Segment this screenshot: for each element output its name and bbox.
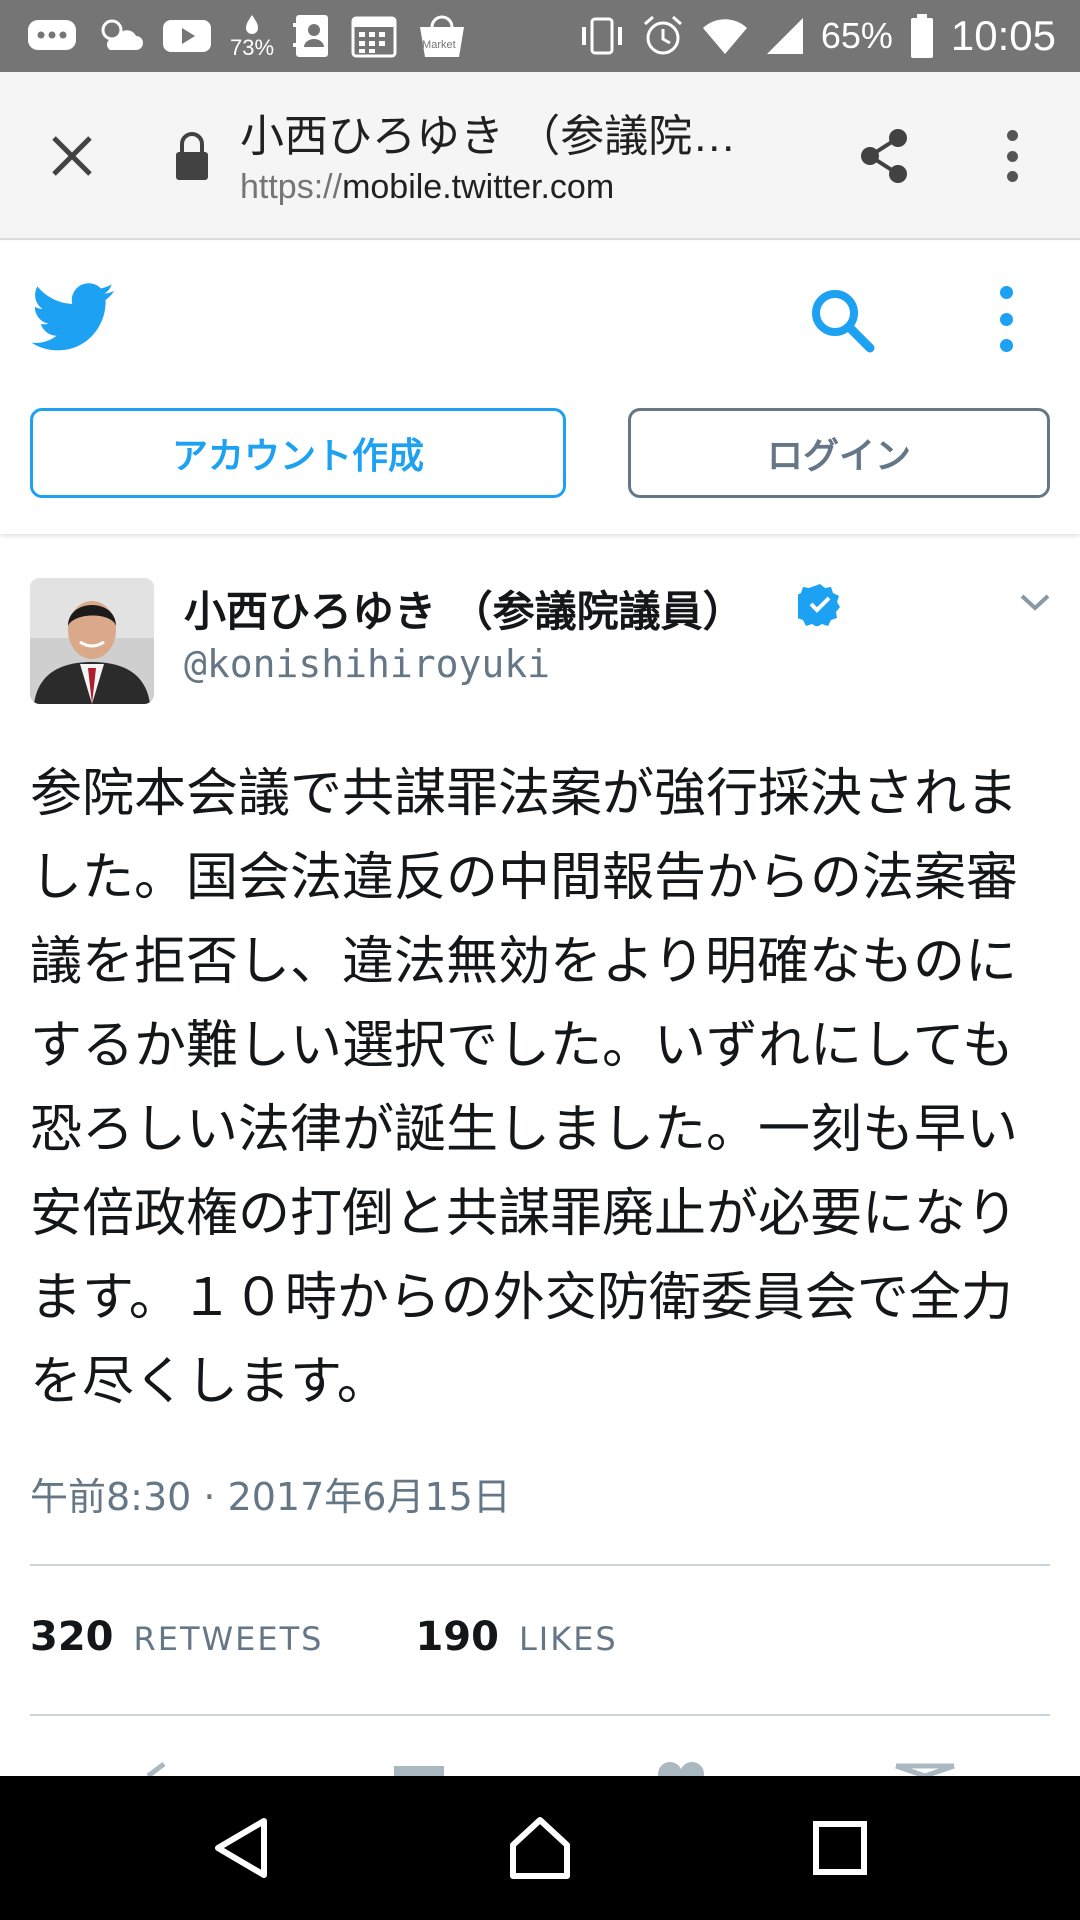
retweets-label: RETWEETS <box>133 1620 324 1658</box>
dot-icon <box>999 286 1013 299</box>
share-icon <box>861 129 907 183</box>
verified-badge-icon <box>794 582 842 627</box>
calendar-icon <box>350 0 398 72</box>
divider <box>30 1564 1050 1566</box>
twitter-more-button[interactable] <box>996 286 1016 352</box>
search-button[interactable] <box>808 286 876 354</box>
alarm-icon <box>641 0 685 72</box>
browser-toolbar: 小西ひろゆき （参議院… https://mobile.twitter.com <box>0 72 1080 240</box>
tweet-stats: 320 RETWEETS 190 LIKES <box>30 1614 618 1674</box>
twitter-bird-icon[interactable] <box>31 282 116 354</box>
contacts-icon <box>292 0 332 72</box>
likes-label: LIKES <box>518 1620 618 1658</box>
close-icon <box>52 136 92 176</box>
browser-menu-button[interactable] <box>992 124 1032 188</box>
back-button[interactable] <box>202 1808 282 1888</box>
likes-count: 190 <box>415 1614 499 1660</box>
weather-icon <box>96 0 144 72</box>
wifi-icon <box>701 0 749 72</box>
lock-icon[interactable] <box>172 128 212 184</box>
clock-time: 10:05 <box>950 12 1056 59</box>
page-title: 小西ひろゆき （参議院… <box>240 112 737 161</box>
back-icon <box>215 1818 267 1878</box>
dot-icon <box>1006 150 1018 162</box>
temperature-value: 73 <box>230 35 255 60</box>
market-icon: Market <box>416 0 468 72</box>
youtube-icon <box>162 0 212 72</box>
tweet-timestamp[interactable]: 午前8:30 · 2017年6月15日 <box>30 1466 511 1521</box>
dot-icon <box>999 339 1013 352</box>
home-icon <box>510 1817 570 1879</box>
system-nav-bar <box>0 1776 1080 1920</box>
recents-icon <box>813 1821 867 1875</box>
url-scheme: https:// <box>240 168 343 206</box>
signal-icon <box>765 0 805 72</box>
page-url: https://mobile.twitter.com <box>240 168 614 207</box>
retweets-count: 320 <box>30 1614 114 1660</box>
avatar[interactable] <box>30 578 154 704</box>
divider <box>30 1714 1050 1716</box>
reply-icon[interactable] <box>136 1750 206 1778</box>
market-label: Market <box>422 39 456 51</box>
login-button[interactable]: ログイン <box>628 408 1050 498</box>
dot-icon <box>1006 171 1018 182</box>
vibrate-icon <box>579 0 625 72</box>
dot-icon <box>999 312 1013 326</box>
likes-stat[interactable]: 190 LIKES <box>415 1614 617 1660</box>
battery-percent: 65% <box>820 15 893 56</box>
status-bar: 73% Market 65% 10:05 <box>0 0 1080 72</box>
search-icon <box>812 290 875 353</box>
chat-icon <box>26 0 78 72</box>
retweets-stat[interactable]: 320 RETWEETS <box>30 1614 323 1660</box>
temperature-unit: % <box>254 35 275 60</box>
temperature-icon: 73% <box>230 0 274 72</box>
like-icon[interactable] <box>648 1750 718 1786</box>
retweet-icon[interactable] <box>386 1750 456 1776</box>
recents-button[interactable] <box>800 1808 880 1888</box>
tweet-text: 参院本会議で共謀罪法案が強行採決されました。国会法違反の中間報告からの法案審議を… <box>30 764 1019 1412</box>
twitter-header: アカウント作成 ログイン <box>0 242 1080 534</box>
url-host: mobile.twitter.com <box>342 168 615 206</box>
user-handle[interactable]: @konishihiroyuki <box>184 642 550 686</box>
share-button[interactable] <box>852 124 916 188</box>
close-tab-button[interactable] <box>40 124 104 188</box>
message-icon[interactable] <box>890 1750 960 1779</box>
create-account-button[interactable]: アカウント作成 <box>30 408 566 498</box>
chevron-down-icon[interactable] <box>1018 588 1052 616</box>
battery-icon <box>909 0 935 72</box>
display-name[interactable]: 小西ひろゆき （参議院議員） <box>184 578 745 639</box>
home-button[interactable] <box>500 1808 580 1888</box>
dot-icon <box>1006 130 1018 141</box>
